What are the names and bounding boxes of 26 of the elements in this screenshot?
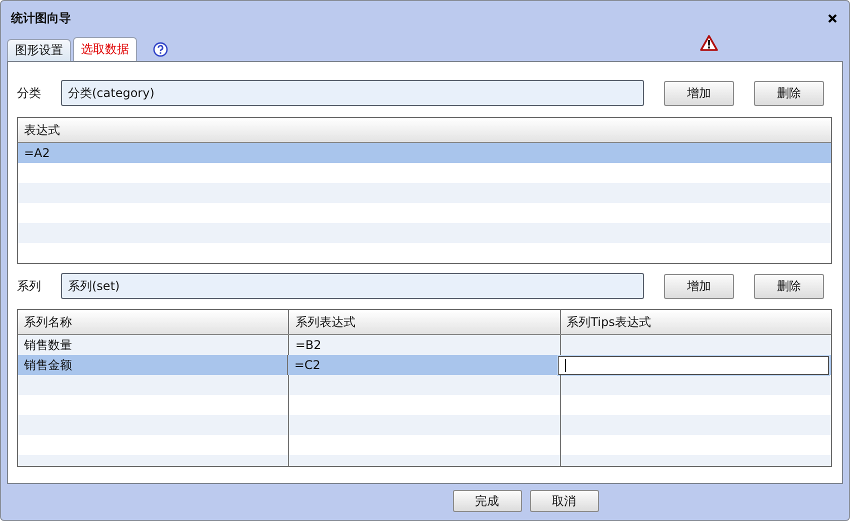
action-button[interactable]: 增加 bbox=[664, 274, 734, 298]
table-row[interactable]: =A2 bbox=[18, 143, 831, 163]
dialog-button[interactable]: 取消 bbox=[530, 490, 598, 512]
action-button[interactable]: 增加 bbox=[664, 80, 734, 106]
column-header: 系列Tips表达式 bbox=[560, 310, 831, 334]
column-header: 表达式 bbox=[23, 122, 61, 138]
warning-icon bbox=[700, 35, 718, 51]
text-field[interactable]: 分类(category) bbox=[61, 80, 644, 106]
field-label: 分类 bbox=[17, 84, 42, 102]
column-header: 系列名称 bbox=[23, 314, 73, 330]
action-button[interactable]: 删除 bbox=[754, 80, 824, 106]
help-icon[interactable] bbox=[153, 42, 168, 57]
close-icon[interactable] bbox=[828, 14, 837, 22]
field-label: 系列 bbox=[17, 278, 42, 294]
text-field[interactable]: 系列(set) bbox=[61, 273, 644, 299]
tab[interactable]: 图形设置 bbox=[7, 39, 71, 61]
action-button[interactable]: 删除 bbox=[754, 274, 824, 298]
table-row[interactable]: 销售金额 =C2 bbox=[18, 355, 831, 375]
table-row[interactable]: 销售数量 =B2 bbox=[18, 335, 831, 355]
table-cell-text: 销售金额 bbox=[23, 356, 73, 374]
column-header: 系列表达式 bbox=[288, 310, 560, 334]
table-cell-text: 销售数量 bbox=[23, 336, 73, 354]
dialog-button[interactable]: 完成 bbox=[452, 490, 522, 512]
tab[interactable]: 选取数据 bbox=[73, 37, 137, 61]
input-field[interactable] bbox=[558, 356, 829, 375]
window-title: 统计图向导 bbox=[11, 10, 71, 26]
